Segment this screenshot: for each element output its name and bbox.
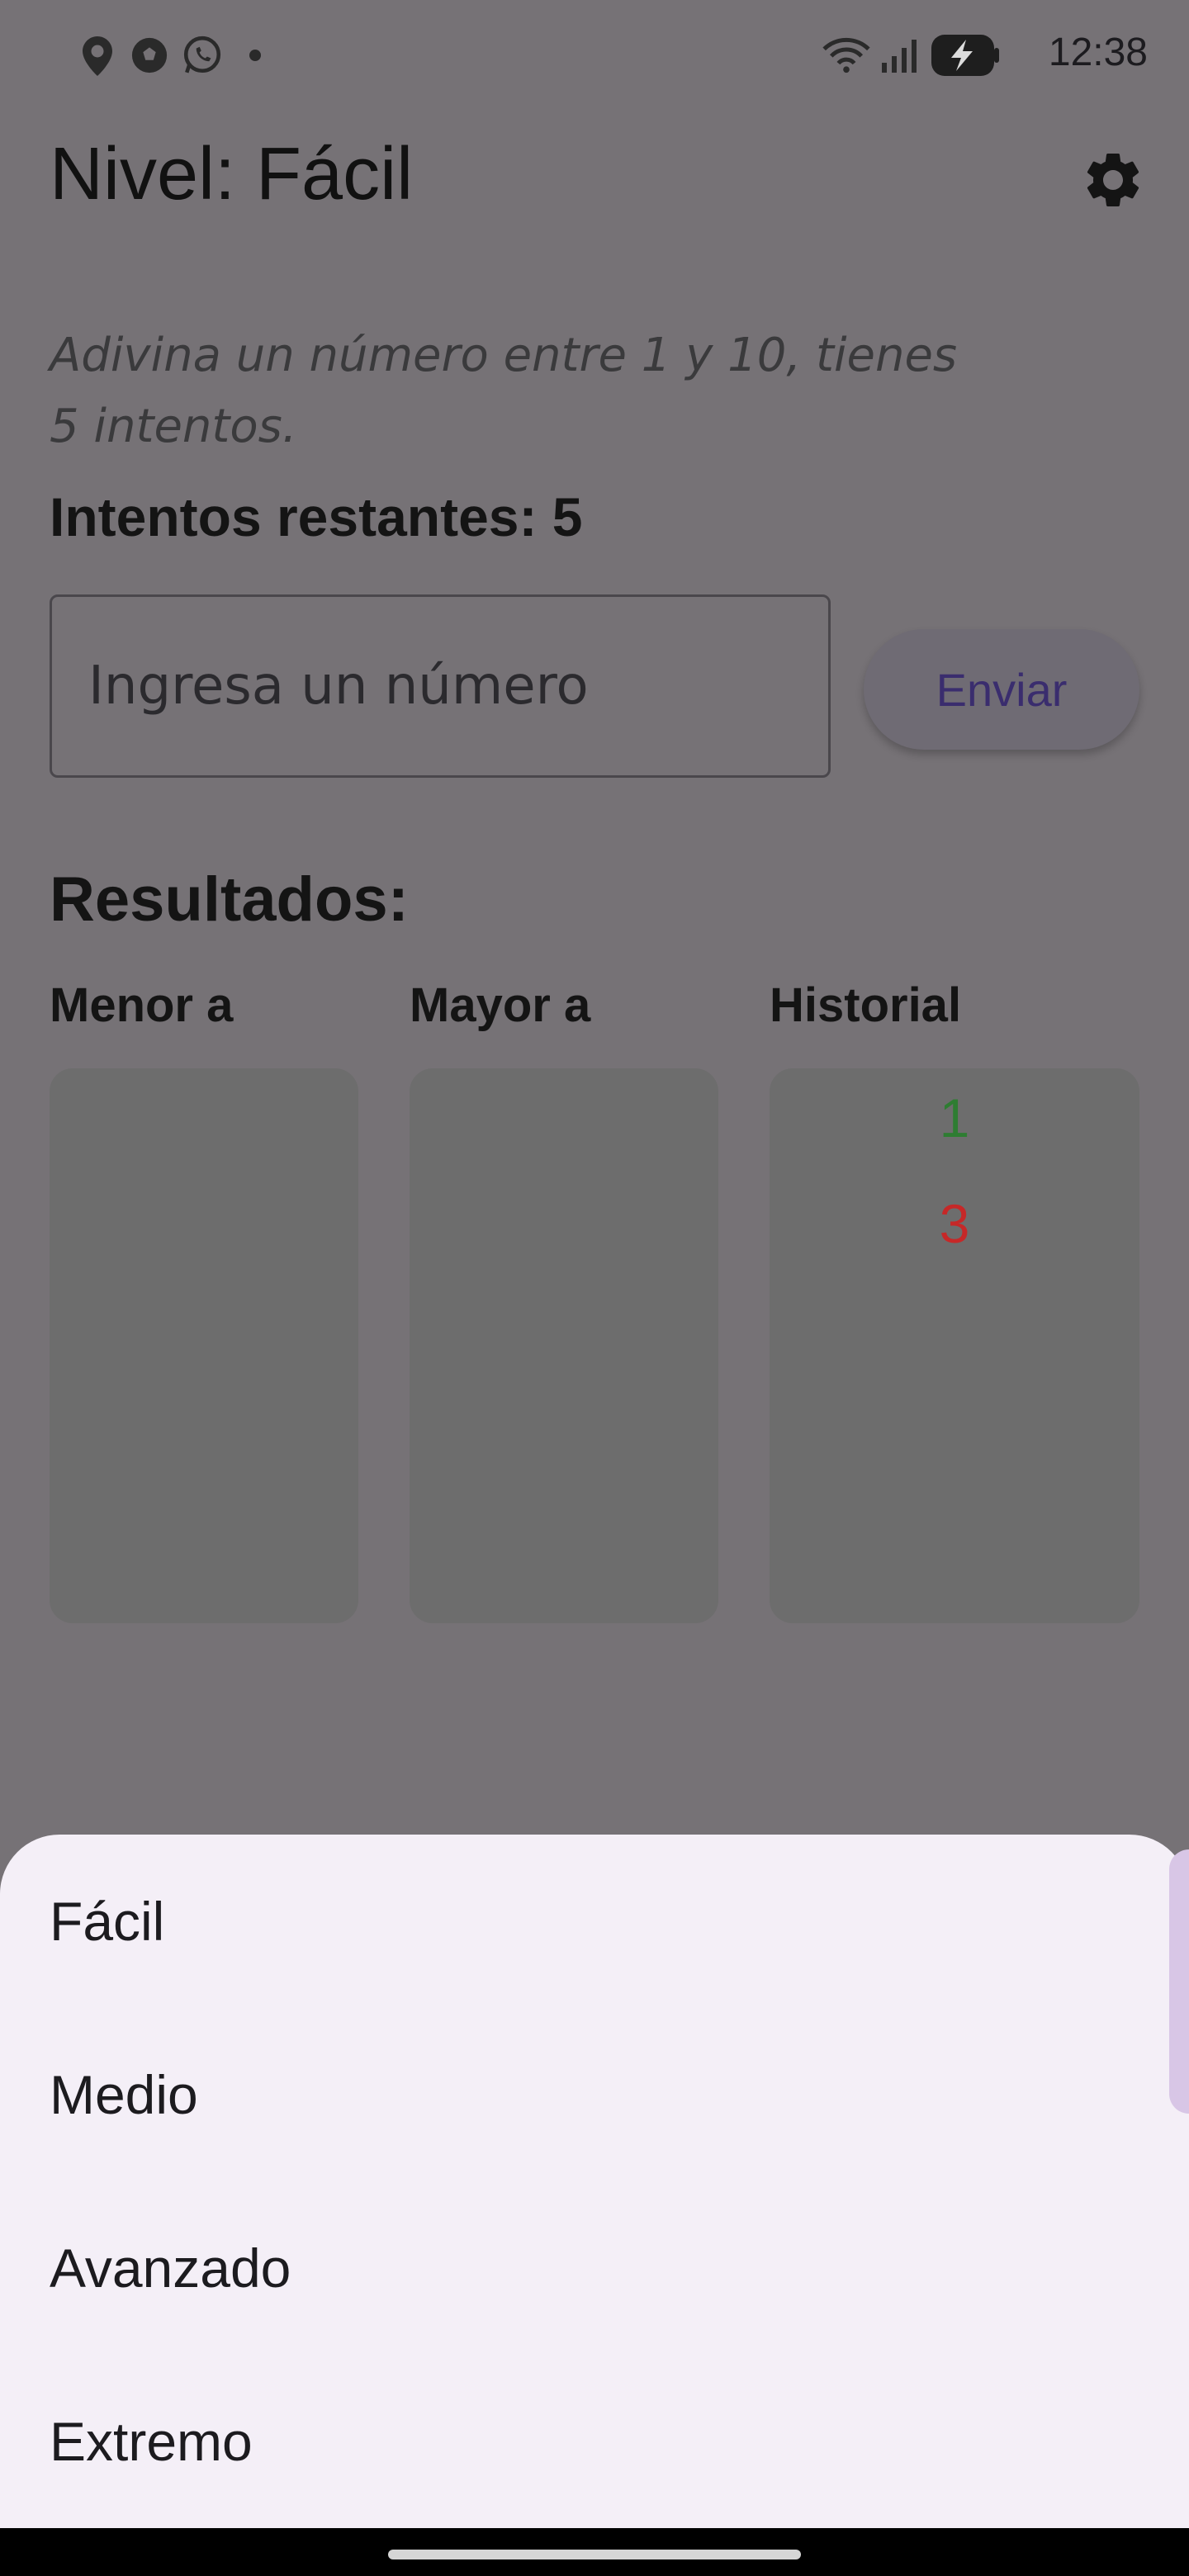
- history-item: 3: [939, 1193, 970, 1254]
- level-option-medio[interactable]: Medio: [0, 2008, 1189, 2181]
- location-pin-icon: [83, 36, 112, 76]
- level-option-extremo[interactable]: Extremo: [0, 2355, 1189, 2528]
- history-item: 1: [939, 1087, 970, 1148]
- wifi-icon: [822, 37, 870, 73]
- status-bar: 12:38: [0, 0, 1189, 109]
- level-option-avanzado[interactable]: Avanzado: [0, 2181, 1189, 2355]
- lower-values-list: [50, 1068, 358, 1623]
- number-input[interactable]: [50, 594, 831, 778]
- gear-icon[interactable]: [1080, 147, 1146, 213]
- level-option-facil[interactable]: Fácil: [0, 1835, 1189, 2008]
- signal-icon: [882, 40, 917, 73]
- instructions-text: Adivina un número entre 1 y 10, tienes 5…: [50, 329, 958, 453]
- remaining-attempts: Intentos restantes: 5: [50, 486, 583, 547]
- status-time: 12:38: [1048, 31, 1148, 74]
- notification-dot-icon: [249, 50, 261, 61]
- results-title: Resultados:: [50, 864, 409, 935]
- lower-column-header: Menor a: [50, 978, 234, 1032]
- home-gesture-handle[interactable]: [388, 2550, 801, 2559]
- history-column-header: Historial: [770, 978, 962, 1032]
- higher-column-header: Mayor a: [410, 978, 591, 1032]
- soccer-ball-icon: [131, 37, 168, 73]
- page-title: Nivel: Fácil: [50, 133, 414, 215]
- battery-charging-icon: [931, 35, 999, 76]
- whatsapp-icon: [183, 36, 221, 73]
- higher-values-list: [410, 1068, 718, 1623]
- history-list: [770, 1068, 1139, 1623]
- scroll-handle[interactable]: [1169, 1849, 1189, 2114]
- send-button[interactable]: Enviar: [864, 629, 1139, 750]
